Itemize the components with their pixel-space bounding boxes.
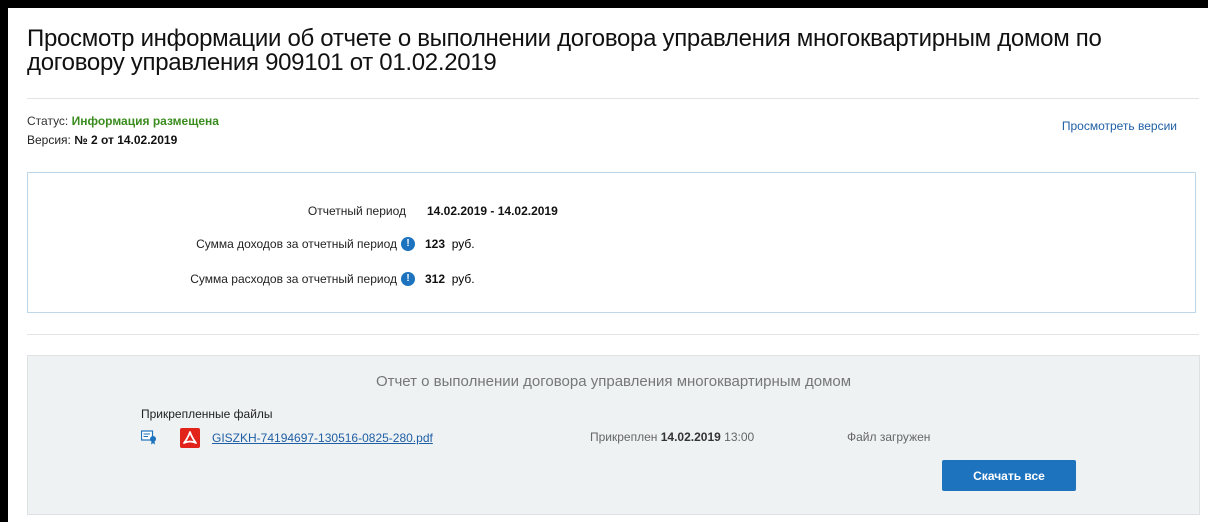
version-label: Версия: <box>27 133 71 147</box>
income-row: Сумма доходов за отчетный период ! <box>28 235 415 253</box>
income-info-icon[interactable]: ! <box>401 237 415 251</box>
status-value: Информация размещена <box>71 114 219 128</box>
expenses-row: Сумма расходов за отчетный период ! <box>28 270 415 288</box>
income-value: 123 руб. <box>425 237 475 251</box>
header-divider <box>27 98 1199 99</box>
version-value: № 2 от 14.02.2019 <box>74 133 178 147</box>
pdf-icon[interactable] <box>180 428 200 448</box>
status-line: Статус: Информация размещена <box>27 114 219 128</box>
window-frame-top <box>0 0 1208 8</box>
download-all-button[interactable]: Скачать все <box>942 460 1076 491</box>
file-row: GISZKH-74194697-130516-0825-280.pdf Прик… <box>141 428 1181 448</box>
report-title: Отчет о выполнении договора управления м… <box>375 373 852 390</box>
status-label: Статус: <box>27 114 69 128</box>
file-status: Файл загружен <box>847 430 931 444</box>
income-label: Сумма доходов за отчетный период ! <box>196 235 415 253</box>
expenses-value: 312 руб. <box>425 272 475 286</box>
attached-files-label: Прикрепленные файлы <box>141 407 273 421</box>
file-attached-info: Прикреплен 14.02.2019 13:00 <box>590 430 755 444</box>
report-panel: Отчет о выполнении договора управления м… <box>27 355 1200 515</box>
window-frame-left <box>0 0 8 522</box>
report-info-box: Отчетный период 14.02.2019 - 14.02.2019 … <box>27 172 1196 313</box>
version-line: Версия: № 2 от 14.02.2019 <box>27 133 177 147</box>
expenses-label: Сумма расходов за отчетный период ! <box>190 270 415 288</box>
period-value: 14.02.2019 - 14.02.2019 <box>427 204 558 218</box>
view-versions-link[interactable]: Просмотреть версии <box>1062 119 1177 133</box>
section-divider <box>27 334 1199 335</box>
period-label: Отчетный период <box>307 204 406 218</box>
signature-icon[interactable] <box>141 429 157 445</box>
period-row: Отчетный период <box>28 202 406 220</box>
expenses-info-icon[interactable]: ! <box>401 272 415 286</box>
page-title: Просмотр информации об отчете о выполнен… <box>27 25 1102 76</box>
file-download-link[interactable]: GISZKH-74194697-130516-0825-280.pdf <box>212 431 433 445</box>
